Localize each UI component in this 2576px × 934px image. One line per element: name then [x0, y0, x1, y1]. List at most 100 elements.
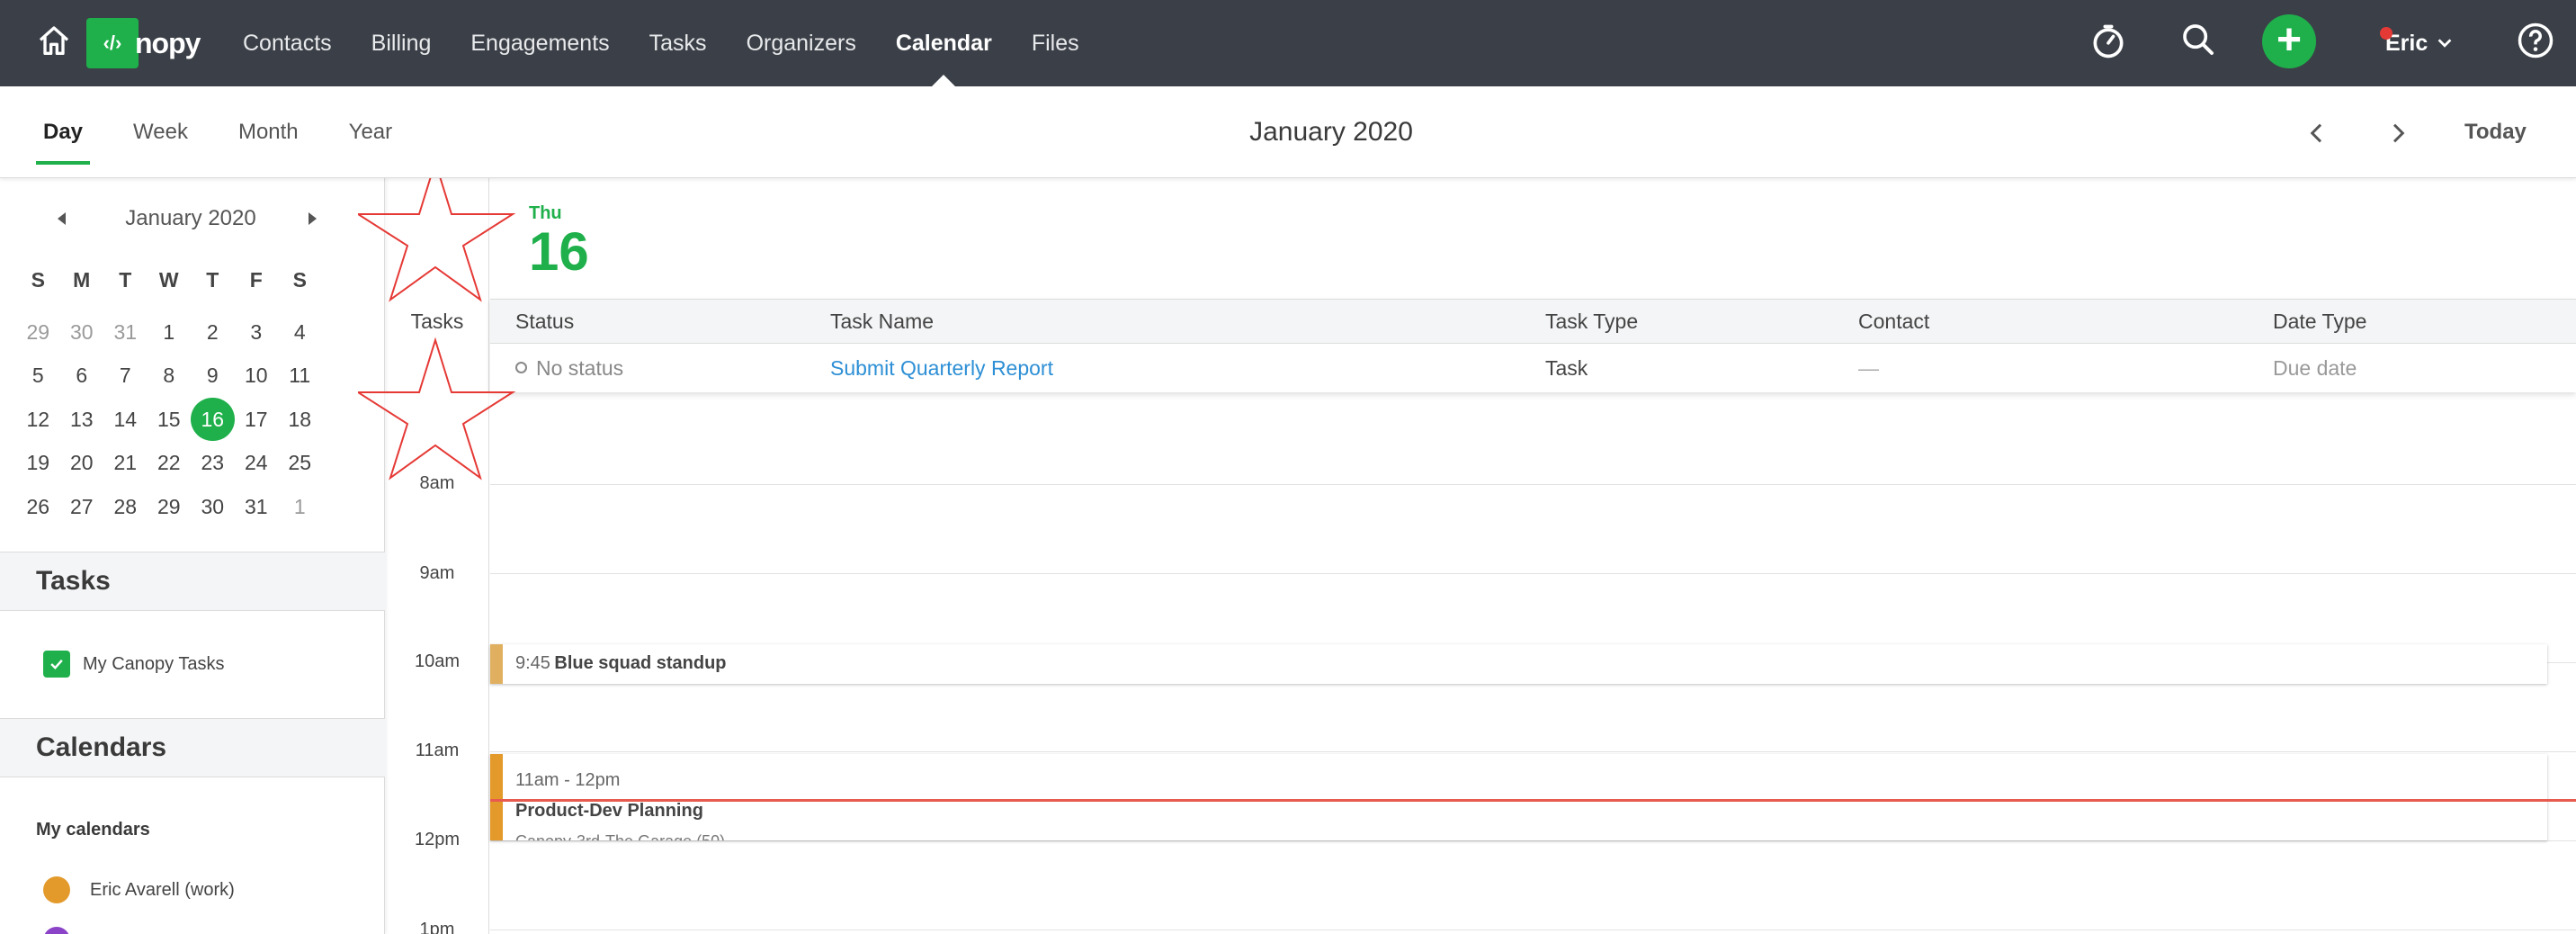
mini-day[interactable]: 10 — [235, 354, 279, 398]
nav-organizers[interactable]: Organizers — [747, 0, 856, 86]
mini-day[interactable]: 31 — [103, 310, 148, 355]
mini-week-row: 19 20 21 22 23 24 25 — [16, 441, 353, 485]
mini-prev-icon[interactable] — [58, 212, 66, 225]
tab-year[interactable]: Year — [342, 112, 400, 152]
column-header[interactable]: Task Name — [830, 300, 934, 343]
mini-day[interactable]: 3 — [235, 310, 279, 355]
hour-line — [490, 573, 2576, 574]
chevron-right-icon[interactable] — [2384, 119, 2412, 148]
mini-day[interactable]: 11 — [278, 354, 322, 398]
dow-label: T — [206, 268, 219, 292]
dow-label: T — [119, 268, 132, 292]
task-type: Task — [1545, 356, 1588, 380]
mini-day[interactable]: 28 — [103, 485, 148, 529]
event-title: Blue squad standup — [554, 653, 727, 673]
mini-day[interactable]: 13 — [60, 398, 104, 442]
view-tabs: Day Week Month Year — [36, 86, 435, 178]
mini-day[interactable]: 9 — [191, 354, 235, 398]
star-annotations — [358, 162, 516, 480]
mini-day[interactable]: 8 — [148, 354, 192, 398]
mini-day[interactable]: 31 — [235, 485, 279, 529]
hour-label: 11am — [415, 741, 460, 760]
column-header[interactable]: Task Type — [1545, 300, 1638, 343]
day-number[interactable]: 16 — [529, 224, 589, 280]
mini-day[interactable]: 30 — [191, 485, 235, 529]
mini-day[interactable]: 26 — [16, 485, 60, 529]
column-header[interactable]: Contact — [1858, 300, 1929, 343]
mini-day[interactable]: 14 — [103, 398, 148, 442]
mini-day[interactable]: 21 — [103, 441, 148, 485]
user-menu[interactable]: Eric — [2380, 25, 2455, 61]
hour-label: 1pm — [419, 920, 455, 934]
dow-label: M — [73, 268, 91, 292]
event-blue-squad-standup[interactable]: 9:45 Blue squad standup — [490, 644, 2547, 684]
tab-week[interactable]: Week — [126, 112, 195, 152]
mini-calendar-header: January 2020 — [0, 205, 385, 241]
mini-next-icon[interactable] — [309, 212, 317, 225]
nav-billing[interactable]: Billing — [371, 0, 432, 86]
mini-day[interactable]: 5 — [16, 354, 60, 398]
calendar-color-dot[interactable] — [43, 876, 70, 903]
today-button[interactable]: Today — [2464, 86, 2527, 178]
home-icon[interactable] — [36, 23, 72, 59]
mini-day[interactable]: 30 — [60, 310, 104, 355]
dow-label: F — [249, 268, 263, 292]
mini-day[interactable]: 6 — [60, 354, 104, 398]
nav-tasks[interactable]: Tasks — [649, 0, 707, 86]
mini-day[interactable]: 25 — [278, 441, 322, 485]
checkbox-checked-icon[interactable] — [43, 651, 70, 678]
nav-contacts[interactable]: Contacts — [243, 0, 332, 86]
mini-week-row: 5 6 7 8 9 10 11 — [16, 354, 353, 398]
mini-day[interactable]: 15 — [148, 398, 192, 442]
column-header[interactable]: Date Type — [2273, 300, 2366, 343]
logo-badge-icon: ‹/› — [86, 18, 139, 68]
mini-day[interactable]: 1 — [278, 485, 322, 529]
tab-day[interactable]: Day — [36, 112, 91, 165]
calendars-section-header: Calendars — [0, 718, 385, 777]
mini-day[interactable]: 2 — [191, 310, 235, 355]
mini-day[interactable]: 29 — [16, 310, 60, 355]
mini-week-row: 12 13 14 15 16 17 18 — [16, 397, 353, 442]
task-filter-row[interactable]: My Canopy Tasks — [43, 651, 224, 678]
tab-month[interactable]: Month — [231, 112, 306, 152]
calendar-item[interactable]: Eric Avarell (work) — [43, 876, 235, 903]
mini-day[interactable]: 1 — [148, 310, 192, 355]
mini-day[interactable]: 20 — [60, 441, 104, 485]
event-time: 11am - 12pm — [515, 770, 621, 790]
column-header[interactable]: Status — [515, 300, 574, 343]
mini-day[interactable]: 7 — [103, 354, 148, 398]
mini-day[interactable]: 27 — [60, 485, 104, 529]
event-time: 9:45 — [515, 653, 550, 673]
table-row[interactable]: No status Submit Quarterly Report Task —… — [490, 344, 2576, 392]
search-icon[interactable] — [2180, 22, 2216, 58]
main-nav: Contacts Billing Engagements Tasks Organ… — [243, 0, 1119, 87]
mini-day[interactable]: 18 — [278, 398, 322, 442]
chevron-down-icon — [2437, 39, 2452, 48]
mini-day[interactable]: 17 — [235, 398, 279, 442]
star-icon — [358, 162, 516, 302]
chevron-left-icon[interactable] — [2303, 119, 2331, 148]
mini-calendar-title: January 2020 — [125, 206, 256, 230]
nav-calendar[interactable]: Calendar — [896, 0, 992, 87]
mini-dow-row: S M T W T F S — [16, 266, 353, 310]
task-name-link[interactable]: Submit Quarterly Report — [830, 344, 1053, 392]
nav-files[interactable]: Files — [1032, 0, 1079, 86]
help-icon[interactable] — [2517, 22, 2554, 59]
tasks-section-header: Tasks — [0, 552, 385, 611]
add-button[interactable]: + — [2262, 14, 2316, 68]
event-product-dev-planning[interactable]: 11am - 12pm Product-Dev Planning Canopy-… — [490, 754, 2547, 840]
timer-icon[interactable] — [2089, 22, 2128, 61]
calendar-name: Eric Avarell (work) — [90, 879, 235, 900]
mini-day[interactable]: 12 — [16, 398, 60, 442]
mini-day[interactable]: 29 — [148, 485, 192, 529]
mini-day[interactable]: 23 — [191, 441, 235, 485]
canopy-logo[interactable]: ‹/› nopy — [86, 18, 201, 68]
mini-day-selected[interactable]: 16 — [191, 397, 235, 441]
nav-engagements[interactable]: Engagements — [470, 0, 609, 86]
mini-day[interactable]: 24 — [235, 441, 279, 485]
task-status[interactable]: No status — [515, 344, 623, 392]
mini-day[interactable]: 4 — [278, 310, 322, 355]
mini-day[interactable]: 22 — [148, 441, 192, 485]
event-location: Canopy-3rd-The Garage (50) — [515, 826, 2535, 840]
mini-day[interactable]: 19 — [16, 441, 60, 485]
